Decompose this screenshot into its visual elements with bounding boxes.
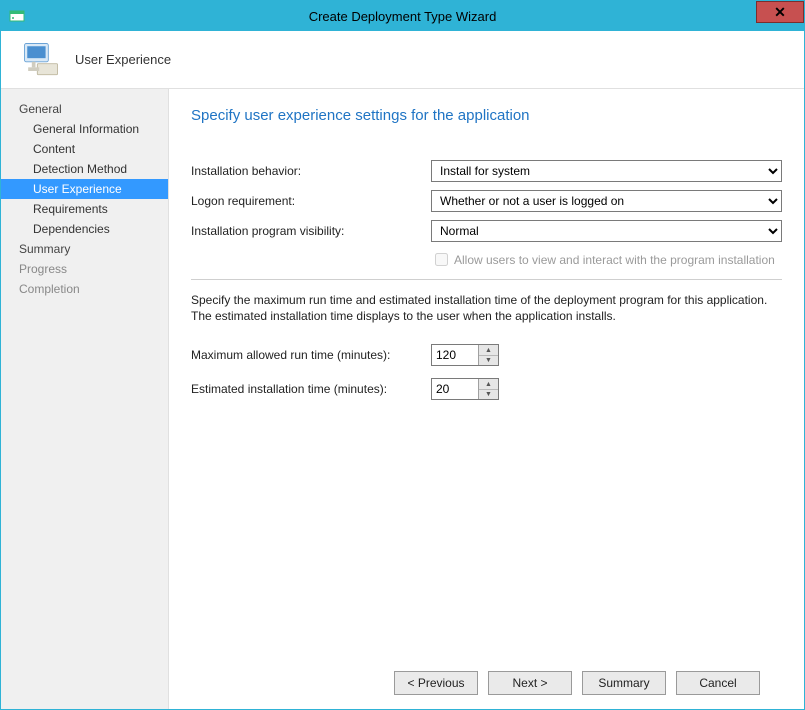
installation-behavior-select[interactable]: Install for system: [431, 160, 782, 182]
nav-general-information[interactable]: General Information: [1, 119, 168, 139]
max-runtime-up-icon[interactable]: ▲: [479, 345, 498, 356]
est-install-spinner: ▲ ▼: [431, 378, 499, 400]
cancel-button[interactable]: Cancel: [676, 671, 760, 695]
installation-behavior-label: Installation behavior:: [191, 164, 431, 178]
max-runtime-row: Maximum allowed run time (minutes): ▲ ▼: [191, 344, 782, 366]
logon-requirement-select[interactable]: Whether or not a user is logged on: [431, 190, 782, 212]
wizard-main: Specify user experience settings for the…: [169, 89, 804, 709]
visibility-select[interactable]: Normal: [431, 220, 782, 242]
max-runtime-down-icon[interactable]: ▼: [479, 356, 498, 366]
page-heading: Specify user experience settings for the…: [191, 107, 782, 124]
divider: [191, 279, 782, 280]
nav-general[interactable]: General: [1, 99, 168, 119]
installation-behavior-row: Installation behavior: Install for syste…: [191, 160, 782, 182]
page-title: User Experience: [75, 52, 171, 67]
nav-detection-method[interactable]: Detection Method: [1, 159, 168, 179]
wizard-footer: < Previous Next > Summary Cancel: [191, 657, 782, 709]
nav-completion: Completion: [1, 279, 168, 299]
computer-icon: [19, 38, 63, 82]
wizard-sidebar: General General Information Content Dete…: [1, 89, 169, 709]
nav-summary[interactable]: Summary: [1, 239, 168, 259]
wizard-body: General General Information Content Dete…: [1, 89, 804, 709]
est-install-down-icon[interactable]: ▼: [479, 390, 498, 400]
help-text: Specify the maximum run time and estimat…: [191, 292, 782, 324]
app-icon: [9, 8, 25, 24]
est-install-input[interactable]: [432, 379, 478, 399]
allow-interact-label: Allow users to view and interact with th…: [454, 253, 775, 267]
wizard-header: User Experience: [1, 31, 804, 89]
est-install-up-icon[interactable]: ▲: [479, 379, 498, 390]
logon-requirement-label: Logon requirement:: [191, 194, 431, 208]
max-runtime-label: Maximum allowed run time (minutes):: [191, 348, 431, 362]
visibility-row: Installation program visibility: Normal: [191, 220, 782, 242]
max-runtime-spinner: ▲ ▼: [431, 344, 499, 366]
nav-content[interactable]: Content: [1, 139, 168, 159]
close-icon: ✕: [774, 4, 786, 21]
nav-user-experience[interactable]: User Experience: [1, 179, 168, 199]
wizard-window: Create Deployment Type Wizard ✕ User Exp…: [0, 0, 805, 710]
logon-requirement-row: Logon requirement: Whether or not a user…: [191, 190, 782, 212]
window-title: Create Deployment Type Wizard: [309, 9, 497, 24]
allow-interact-checkbox: [435, 253, 448, 266]
est-install-label: Estimated installation time (minutes):: [191, 382, 431, 396]
visibility-label: Installation program visibility:: [191, 224, 431, 238]
titlebar: Create Deployment Type Wizard ✕: [1, 1, 804, 31]
summary-button[interactable]: Summary: [582, 671, 666, 695]
max-runtime-input[interactable]: [432, 345, 478, 365]
nav-dependencies[interactable]: Dependencies: [1, 219, 168, 239]
nav-progress: Progress: [1, 259, 168, 279]
allow-interact-row: Allow users to view and interact with th…: [431, 250, 782, 269]
close-button[interactable]: ✕: [756, 1, 804, 23]
nav-requirements[interactable]: Requirements: [1, 199, 168, 219]
previous-button[interactable]: < Previous: [394, 671, 478, 695]
next-button[interactable]: Next >: [488, 671, 572, 695]
content: Specify user experience settings for the…: [191, 107, 782, 657]
est-install-row: Estimated installation time (minutes): ▲…: [191, 378, 782, 400]
